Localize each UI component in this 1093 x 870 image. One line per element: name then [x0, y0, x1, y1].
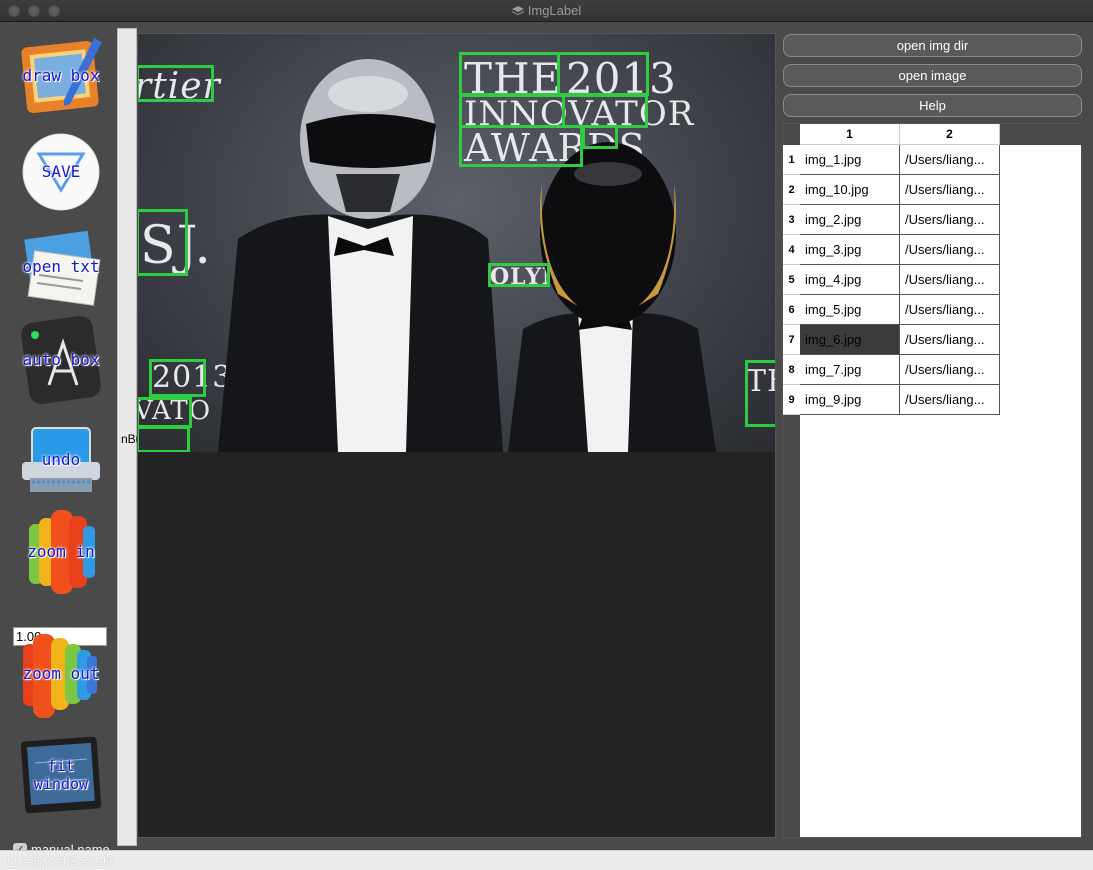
file-path-cell[interactable]: /Users/liang... — [900, 265, 1000, 295]
annotated-photo: rtier THE 2013 INNOVATOR AWARDS SJ. OLYM… — [138, 34, 775, 452]
undo-label: undo — [41, 450, 81, 469]
file-table: 1 2 1 img_1.jpg/Users/liang... 2 img_10.jpg… — [782, 123, 1082, 838]
draw-box-button[interactable]: draw box — [16, 34, 106, 118]
row-header[interactable]: 9 — [783, 385, 800, 415]
file-name-cell[interactable]: img_7.jpg — [800, 355, 900, 385]
bounding-box[interactable] — [149, 359, 206, 397]
status-bar: 已经缩放到适合边框 — [0, 850, 1093, 870]
file-path-cell[interactable]: /Users/liang... — [900, 235, 1000, 265]
window-title-text: ImgLabel — [527, 3, 582, 18]
open-txt-button[interactable]: open txt — [16, 225, 106, 309]
file-name-cell[interactable]: img_4.jpg — [800, 265, 900, 295]
bounding-box[interactable] — [138, 426, 190, 452]
file-path-cell[interactable]: /Users/liang... — [900, 355, 1000, 385]
bounding-box[interactable] — [138, 65, 214, 102]
column-header-1[interactable]: 1 — [800, 124, 900, 145]
bounding-box[interactable] — [562, 94, 648, 128]
open-txt-label: open txt — [22, 257, 100, 276]
image-canvas[interactable]: rtier THE 2013 INNOVATOR AWARDS SJ. OLYM… — [137, 33, 776, 838]
draw-box-label: draw box — [22, 66, 100, 85]
file-path-cell[interactable]: /Users/liang... — [900, 205, 1000, 235]
help-button[interactable]: Help — [783, 94, 1082, 117]
file-path-cell[interactable]: /Users/liang... — [900, 295, 1000, 325]
file-path-cell[interactable]: /Users/liang... — [900, 145, 1000, 175]
row-header[interactable]: 6 — [783, 295, 800, 325]
file-name-cell[interactable]: img_5.jpg — [800, 295, 900, 325]
file-path-cell[interactable]: /Users/liang... — [900, 325, 1000, 355]
file-name-cell[interactable]: img_2.jpg — [800, 205, 900, 235]
fit-window-label: fit window — [33, 757, 89, 793]
window-title: ImgLabel — [0, 3, 1093, 18]
save-button[interactable]: SAVE — [16, 130, 106, 214]
bounding-box[interactable] — [138, 209, 188, 276]
file-path-cell[interactable]: /Users/liang... — [900, 175, 1000, 205]
zoom-in-button[interactable]: zoom in — [16, 510, 106, 594]
row-header[interactable]: 2 — [783, 175, 800, 205]
row-header[interactable]: 4 — [783, 235, 800, 265]
zoom-out-label: zoom out — [22, 664, 100, 683]
bounding-box[interactable] — [459, 94, 565, 128]
row-header[interactable]: 1 — [783, 145, 800, 175]
file-name-cell[interactable]: img_3.jpg — [800, 235, 900, 265]
column-header-2[interactable]: 2 — [900, 124, 1000, 145]
open-img-dir-button[interactable]: open img dir — [783, 34, 1082, 57]
open-image-button[interactable]: open image — [783, 64, 1082, 87]
row-header[interactable]: 5 — [783, 265, 800, 295]
left-toolbar: draw box SAVE open txt auto box undo zoo… — [0, 22, 116, 857]
file-name-cell[interactable]: img_9.jpg — [800, 385, 900, 415]
helmet-figures — [218, 59, 716, 452]
zoom-out-button[interactable]: zoom out — [16, 632, 106, 718]
bounding-box[interactable] — [557, 52, 649, 96]
save-label: SAVE — [41, 162, 81, 181]
header-filler — [1000, 124, 1082, 145]
undo-button[interactable]: undo — [16, 418, 106, 502]
row-header[interactable]: 8 — [783, 355, 800, 385]
auto-box-label: auto box — [22, 350, 100, 369]
title-bar: ImgLabel — [0, 0, 1093, 22]
row-header[interactable]: 3 — [783, 205, 800, 235]
app-window: ImgLabel draw box SAVE open txt auto box… — [0, 0, 1093, 870]
bounding-box[interactable] — [138, 397, 192, 428]
layers-icon — [511, 6, 524, 15]
bounding-box[interactable] — [459, 125, 583, 167]
status-message: 已经缩放到适合边框 — [6, 855, 115, 869]
auto-box-button[interactable]: auto box — [16, 315, 106, 405]
file-name-cell[interactable]: img_10.jpg — [800, 175, 900, 205]
file-name-cell[interactable]: img_1.jpg — [800, 145, 900, 175]
bounding-box[interactable] — [488, 263, 550, 287]
zoom-in-label: zoom in — [27, 542, 95, 561]
row-header[interactable]: 7 — [783, 325, 800, 355]
bounding-box[interactable] — [745, 360, 775, 427]
file-name-cell[interactable]: img_6.jpg — [800, 325, 900, 355]
bounding-box[interactable] — [582, 125, 618, 149]
side-strip[interactable]: nBu — [117, 28, 142, 846]
file-path-cell[interactable]: /Users/liang... — [900, 385, 1000, 415]
fit-window-button[interactable]: fit window — [16, 733, 106, 817]
table-corner — [783, 124, 800, 145]
bounding-box[interactable] — [459, 52, 560, 96]
